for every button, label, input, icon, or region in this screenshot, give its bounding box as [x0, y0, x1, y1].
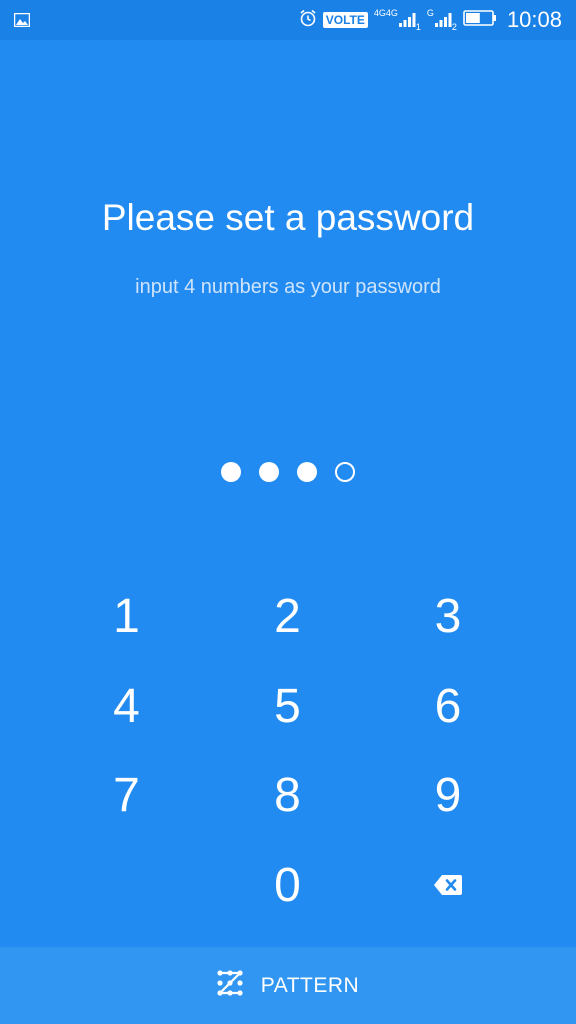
pin-dot-filled [221, 462, 241, 482]
signal-icon [398, 13, 416, 27]
pin-dot-filled [259, 462, 279, 482]
gallery-notification-icon [14, 0, 30, 40]
battery-icon [463, 9, 497, 31]
key-2[interactable]: 2 [207, 572, 368, 662]
pin-dot-filled [297, 462, 317, 482]
alarm-icon [299, 9, 317, 32]
lock-setup-screen: VOLTE 4G 4G 1 G 2 10:08 Please set a pas… [0, 0, 576, 1024]
pattern-icon [217, 970, 243, 1001]
clock: 10:08 [506, 7, 562, 32]
page-subtitle: input 4 numbers as your password [135, 276, 441, 298]
key-blank [46, 841, 207, 931]
signal-icon [434, 13, 452, 27]
pattern-button[interactable]: PATTERN [0, 947, 576, 1024]
numeric-keypad: 1 2 3 4 5 6 7 8 9 0 [46, 572, 528, 930]
key-5[interactable]: 5 [207, 662, 368, 752]
sim1-signal: 4G 4G 1 [373, 7, 421, 31]
sim1-slot-label: 1 [415, 21, 421, 32]
key-6[interactable]: 6 [368, 662, 528, 752]
sim2-network-label: G [426, 7, 434, 18]
sim2-slot-label: 2 [451, 21, 457, 32]
pin-dot-empty [335, 462, 355, 482]
key-9[interactable]: 9 [368, 751, 528, 841]
status-icons: VOLTE 4G 4G 1 G 2 10:08 [299, 0, 562, 40]
key-0[interactable]: 0 [207, 841, 368, 931]
key-7[interactable]: 7 [46, 751, 207, 841]
key-4[interactable]: 4 [46, 662, 207, 752]
key-8[interactable]: 8 [207, 751, 368, 841]
backspace-button[interactable] [368, 841, 528, 931]
key-3[interactable]: 3 [368, 572, 528, 662]
volte-badge: VOLTE [322, 12, 368, 28]
backspace-icon [434, 875, 462, 896]
key-1[interactable]: 1 [46, 572, 207, 662]
status-bar: VOLTE 4G 4G 1 G 2 10:08 [0, 0, 576, 40]
sim1-network-label-alt: 4G [385, 7, 398, 18]
pattern-label: PATTERN [260, 973, 360, 997]
sim2-signal: G 2 [426, 7, 457, 31]
sim1-network-label: 4G [373, 7, 386, 18]
page-title: Please set a password [101, 197, 475, 238]
pin-indicator [0, 462, 576, 482]
